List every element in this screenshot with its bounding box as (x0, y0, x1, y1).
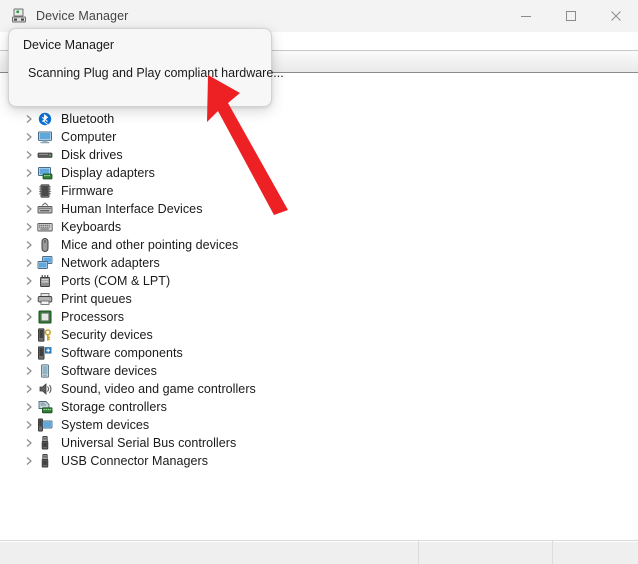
tree-item-label: Mice and other pointing devices (61, 236, 238, 254)
status-bar (0, 540, 638, 564)
tree-item-label: Disk drives (61, 146, 123, 164)
chevron-right-icon[interactable] (22, 110, 36, 128)
tree-item-sound-video-and-game-controllers[interactable]: Sound, video and game controllers (0, 380, 638, 398)
usb-icon (37, 435, 53, 451)
tree-item-network-adapters[interactable]: Network adapters (0, 254, 638, 272)
status-pane-main (0, 541, 419, 564)
chevron-right-icon[interactable] (22, 254, 36, 272)
software-component-icon (37, 345, 53, 361)
tree-item-label: Keyboards (61, 218, 121, 236)
tree-item-system-devices[interactable]: System devices (0, 416, 638, 434)
device-tree[interactable]: Audio inputs and outputs Batteries (0, 73, 638, 540)
chevron-right-icon[interactable] (22, 362, 36, 380)
tree-item-label: Universal Serial Bus controllers (61, 434, 236, 452)
dialog-title: Device Manager (23, 38, 114, 52)
tree-item-label: Software devices (61, 362, 157, 380)
tree-item-display-adapters[interactable]: Display adapters (0, 164, 638, 182)
mouse-icon (37, 237, 53, 253)
chevron-right-icon[interactable] (22, 128, 36, 146)
chevron-right-icon[interactable] (22, 380, 36, 398)
status-pane-middle (419, 541, 553, 564)
tree-item-label: Security devices (61, 326, 153, 344)
tree-item-mice-and-other-pointing-devices[interactable]: Mice and other pointing devices (0, 236, 638, 254)
tree-item-universal-serial-bus-controllers[interactable]: Universal Serial Bus controllers (0, 434, 638, 452)
tree-item-security-devices[interactable]: Security devices (0, 326, 638, 344)
tree-item-firmware[interactable]: Firmware (0, 182, 638, 200)
tree-item-keyboards[interactable]: Keyboards (0, 218, 638, 236)
tree-item-human-interface-devices[interactable]: Human Interface Devices (0, 200, 638, 218)
close-button[interactable] (593, 0, 638, 31)
chevron-right-icon[interactable] (22, 398, 36, 416)
tree-item-label: USB Connector Managers (61, 452, 208, 470)
scanning-progress-dialog: Device Manager Scanning Plug and Play co… (8, 28, 272, 107)
chevron-right-icon[interactable] (22, 218, 36, 236)
chevron-right-icon[interactable] (22, 434, 36, 452)
tree-item-disk-drives[interactable]: Disk drives (0, 146, 638, 164)
tree-item-label: Software components (61, 344, 183, 362)
chevron-right-icon[interactable] (22, 272, 36, 290)
processor-icon (37, 309, 53, 325)
system-device-icon (37, 417, 53, 433)
software-device-icon (37, 363, 53, 379)
chevron-right-icon[interactable] (22, 200, 36, 218)
tree-item-label: System devices (61, 416, 149, 434)
tree-item-ports-com-and-lpt[interactable]: Ports (COM & LPT) (0, 272, 638, 290)
tree-item-storage-controllers[interactable]: Storage controllers (0, 398, 638, 416)
hid-icon (37, 201, 53, 217)
dialog-message: Scanning Plug and Play compliant hardwar… (28, 66, 284, 80)
tree-item-label: Firmware (61, 182, 113, 200)
tree-item-print-queues[interactable]: Print queues (0, 290, 638, 308)
monitor-icon (37, 129, 53, 145)
display-adapter-icon (37, 165, 53, 181)
bluetooth-icon (37, 111, 53, 127)
keyboard-icon (37, 219, 53, 235)
chevron-right-icon[interactable] (22, 416, 36, 434)
device-manager-icon (11, 8, 27, 24)
tree-item-software-devices[interactable]: Software devices (0, 362, 638, 380)
chevron-right-icon[interactable] (22, 146, 36, 164)
firmware-chip-icon (37, 183, 53, 199)
chevron-right-icon[interactable] (22, 236, 36, 254)
printer-icon (37, 291, 53, 307)
storage-controller-icon (37, 399, 53, 415)
sound-icon (37, 381, 53, 397)
tree-item-label: Storage controllers (61, 398, 167, 416)
network-adapter-icon (37, 255, 53, 271)
chevron-right-icon[interactable] (22, 326, 36, 344)
chevron-right-icon[interactable] (22, 344, 36, 362)
tree-item-label: Bluetooth (61, 110, 114, 128)
tree-item-label: Display adapters (61, 164, 155, 182)
window-title: Device Manager (36, 9, 128, 23)
tree-item-label: Human Interface Devices (61, 200, 203, 218)
port-connector-icon (37, 273, 53, 289)
minimize-button[interactable] (503, 0, 548, 31)
tree-item-label: Network adapters (61, 254, 160, 272)
security-key-icon (37, 327, 53, 343)
maximize-button[interactable] (548, 0, 593, 31)
disk-drive-icon (37, 147, 53, 163)
chevron-right-icon[interactable] (22, 182, 36, 200)
tree-item-computer[interactable]: Computer (0, 128, 638, 146)
tree-item-bluetooth[interactable]: Bluetooth (0, 110, 638, 128)
tree-item-label: Processors (61, 308, 124, 326)
usb-icon (37, 453, 53, 469)
chevron-right-icon[interactable] (22, 308, 36, 326)
tree-item-label: Print queues (61, 290, 132, 308)
chevron-right-icon[interactable] (22, 164, 36, 182)
tree-item-processors[interactable]: Processors (0, 308, 638, 326)
tree-item-label: Sound, video and game controllers (61, 380, 256, 398)
chevron-right-icon[interactable] (22, 452, 36, 470)
chevron-right-icon[interactable] (22, 290, 36, 308)
status-pane-right (553, 541, 638, 564)
tree-item-label: Ports (COM & LPT) (61, 272, 170, 290)
tree-item-software-components[interactable]: Software components (0, 344, 638, 362)
tree-item-label: Computer (61, 128, 116, 146)
tree-item-usb-connector-managers[interactable]: USB Connector Managers (0, 452, 638, 470)
